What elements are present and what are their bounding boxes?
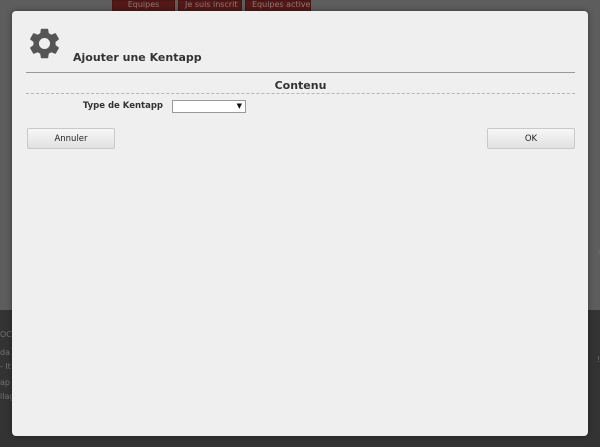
add-kentapp-dialog: Ajouter une Kentapp Contenu Type de Kent…	[12, 11, 588, 436]
cancel-button[interactable]: Annuler	[27, 128, 115, 149]
dialog-title: Ajouter une Kentapp	[73, 51, 202, 64]
gear-icon	[30, 28, 59, 59]
section-title: Contenu	[274, 79, 327, 92]
kentapp-type-label: Type de Kentapp	[82, 101, 163, 111]
title-divider	[26, 72, 575, 73]
section-divider	[26, 93, 575, 94]
ok-button[interactable]: OK	[487, 128, 575, 149]
chevron-down-icon: ▼	[236, 102, 242, 110]
kentapp-type-select[interactable]: ▼	[172, 100, 246, 113]
